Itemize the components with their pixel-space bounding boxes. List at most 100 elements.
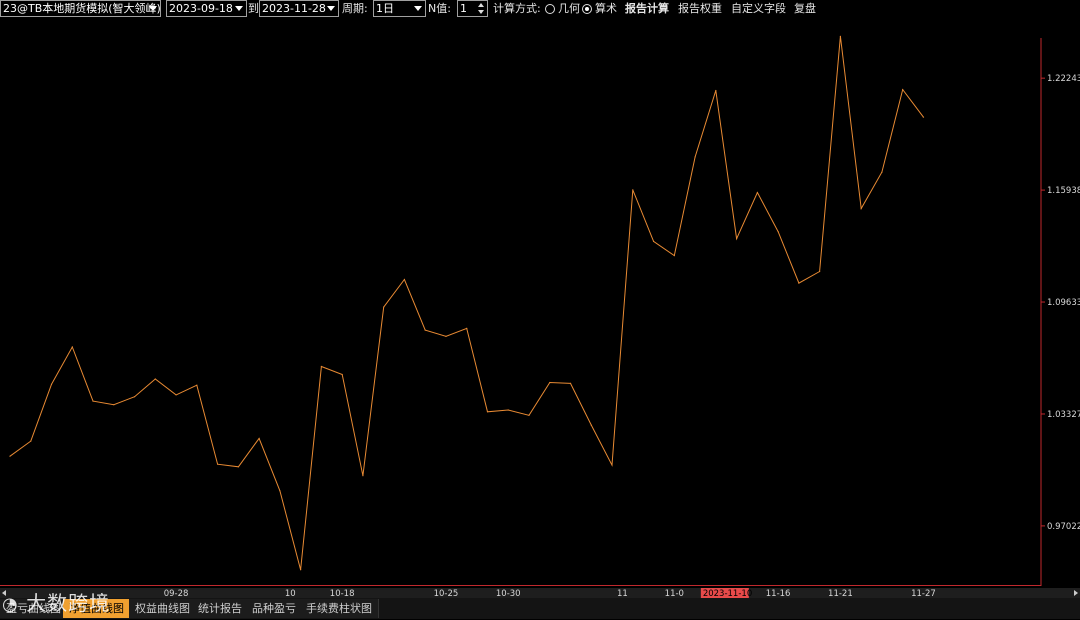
data-points (9, 35, 925, 571)
calc-method-label: 计算方式: (493, 2, 541, 15)
data-point (300, 569, 302, 571)
data-point (902, 88, 904, 91)
geometric-radio[interactable] (545, 4, 555, 14)
data-point (30, 440, 32, 442)
data-point (611, 464, 613, 466)
data-point (922, 116, 925, 118)
y-tick-label: 1.22243 (1047, 74, 1080, 84)
x-tick-label: 11 (617, 589, 628, 598)
data-point (569, 382, 572, 384)
data-point (320, 365, 322, 368)
data-point (756, 191, 758, 194)
x-tick-label: 11-0 (665, 589, 684, 598)
n-value-label: N值: (428, 2, 451, 15)
data-point (694, 156, 696, 158)
x-tick-label: 10-30 (496, 589, 521, 598)
start-date-picker[interactable]: 2023-09-18 (166, 0, 247, 17)
data-point (341, 373, 343, 376)
end-date-picker[interactable]: 2023-11-28 (259, 0, 339, 17)
data-point (860, 207, 862, 210)
period-label: 周期: (342, 2, 368, 15)
y-axis-ticks: 1.22243 1.15938 1.09633 1.03327 0.97022 (1041, 74, 1080, 532)
x-tick-label: 10-25 (434, 589, 459, 598)
account-select-value: 23@TB本地期货模拟(智大领峰) (3, 2, 161, 15)
tab-stats-report[interactable]: 统计报告 (192, 599, 249, 618)
bottom-tab-bar: 盈亏曲线图 净值曲线图 权益曲线图 统计报告 品种盈亏 手续费柱状图 (0, 598, 1080, 619)
data-point (652, 240, 655, 242)
data-point (819, 270, 821, 273)
data-point (445, 335, 447, 337)
data-point (154, 378, 156, 380)
x-axis: 09-28 10 10-18 10-25 10-30 11 11-0 11-16 11-21 11… (0, 588, 1080, 598)
x-tick-label: 11-27 (911, 589, 936, 598)
data-point (466, 327, 468, 329)
y-tick-label: 1.03327 (1047, 410, 1080, 420)
x-tick-label: 10-18 (330, 589, 355, 598)
period-select-value: 1日 (376, 2, 394, 15)
watermark-logo-icon: ◔ (2, 594, 19, 615)
period-select[interactable]: 1日 (373, 0, 426, 17)
tab-symbol-pnl[interactable]: 品种盈亏 (246, 599, 303, 618)
data-point (196, 384, 198, 386)
account-select[interactable]: 23@TB本地期货模拟(智大领峰) (0, 0, 161, 17)
crosshair-date-label: 2023-11-10 (703, 589, 752, 598)
data-point (486, 411, 489, 413)
data-point (71, 346, 73, 348)
n-value-input: 1 (460, 2, 467, 15)
data-point (237, 466, 239, 468)
data-point (839, 35, 842, 37)
data-point (507, 409, 509, 411)
data-point (92, 400, 94, 402)
end-date-value: 2023-11-28 (262, 2, 326, 15)
spinner-arrows-icon[interactable] (478, 2, 484, 15)
data-point (9, 455, 11, 457)
data-point (424, 329, 426, 331)
geometric-label[interactable]: 几何 (558, 0, 580, 18)
start-date-value: 2023-09-18 (169, 2, 233, 15)
chevron-down-icon (235, 6, 243, 11)
data-point (362, 475, 364, 477)
data-point (50, 383, 53, 385)
y-tick-label: 1.09633 (1047, 298, 1080, 308)
tab-label: 品种盈亏 (252, 602, 296, 615)
data-point (736, 238, 738, 240)
arithmetic-radio[interactable] (582, 4, 592, 14)
x-tick-label: 10 (285, 589, 296, 598)
data-point (217, 463, 219, 465)
data-point (798, 282, 800, 284)
arithmetic-label[interactable]: 算术 (595, 0, 617, 18)
data-point (113, 404, 115, 406)
data-point (528, 414, 530, 416)
data-point (383, 306, 385, 308)
tab-label: 统计报告 (198, 602, 242, 615)
y-tick-label: 0.97022 (1047, 522, 1080, 532)
n-value-spinner[interactable]: 1 (457, 0, 488, 17)
chevron-down-icon (414, 6, 422, 11)
replay-button[interactable]: 复盘 (794, 0, 816, 18)
x-tick-label: 09-28 (164, 589, 189, 598)
x-tick-label: 11-16 (766, 589, 791, 598)
custom-fields-button[interactable]: 自定义字段 (731, 0, 786, 18)
chevron-down-icon (327, 6, 335, 11)
data-point (258, 437, 260, 440)
data-point (715, 89, 717, 92)
to-label: 到 (248, 2, 259, 15)
tab-commission-bar[interactable]: 手续费柱状图 (300, 599, 379, 618)
net-value-line (9, 36, 924, 570)
data-point (632, 189, 634, 191)
report-calc-button[interactable]: 报告计算 (625, 0, 669, 18)
tab-label: 权益曲线图 (135, 602, 190, 615)
x-tick-label: 11-21 (828, 589, 853, 598)
data-point (881, 171, 883, 173)
data-point (777, 230, 779, 233)
tab-label: 手续费柱状图 (306, 602, 372, 615)
data-point (403, 278, 406, 281)
tab-equity-curve[interactable]: 权益曲线图 (129, 599, 197, 618)
data-point (133, 396, 136, 398)
watermark-text: 大数跨境 (26, 591, 111, 615)
chevron-down-icon (149, 6, 157, 11)
data-point (549, 381, 551, 384)
net-value-chart[interactable]: 1.22243 1.15938 1.09633 1.03327 0.97022 (0, 18, 1080, 588)
data-point (590, 424, 592, 426)
report-weight-button[interactable]: 报告权重 (678, 0, 722, 18)
